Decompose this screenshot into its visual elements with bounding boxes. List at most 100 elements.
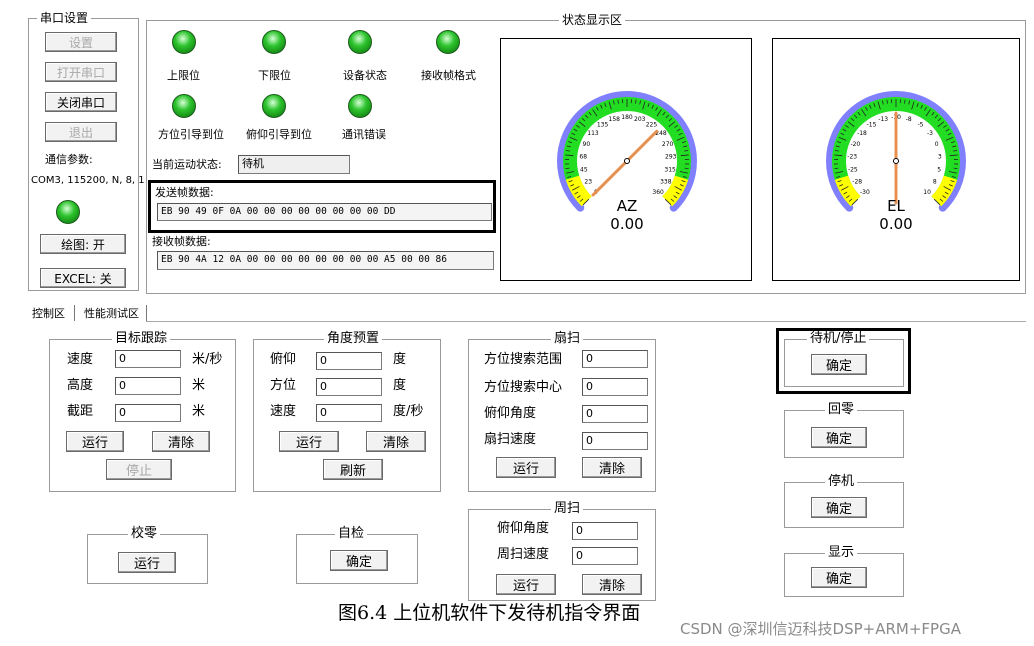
gauge-tick-label: -28	[852, 179, 862, 186]
selfcheck-ok-button[interactable]: 确定	[330, 550, 388, 571]
recv-frame-format-led	[436, 30, 460, 54]
upper-limit-label: 上限位	[167, 69, 200, 82]
serial-set-button[interactable]: 设置	[45, 32, 117, 52]
tracking-cut-input[interactable]: 0	[115, 404, 181, 422]
zero-cal-run-button[interactable]: 运行	[118, 552, 176, 573]
circle-clear-button[interactable]: 清除	[582, 574, 642, 595]
sector-pitch-label: 俯仰角度	[484, 406, 537, 421]
home-ok-button[interactable]: 确定	[811, 427, 867, 448]
circle-pitch-input[interactable]: 0	[572, 522, 638, 540]
sector-title: 扇扫	[551, 331, 584, 347]
tracking-speed-input[interactable]: 0	[115, 350, 181, 368]
gauge-tick-label: 180	[621, 114, 633, 121]
gauge-tick-label: -8	[906, 116, 912, 123]
az-guided-led	[172, 94, 196, 118]
plot-toggle-button[interactable]: 绘图: 开	[40, 234, 126, 254]
gauge-tick-label: -5	[917, 121, 923, 128]
tracking-title: 目标跟踪	[112, 331, 171, 347]
recv-frame-field: EB 90 4A 12 0A 00 00 00 00 00 00 00 00 A…	[157, 251, 494, 270]
recv-frame-label: 接收帧数据:	[152, 235, 211, 248]
standby-ok-button[interactable]: 确定	[811, 354, 867, 375]
lower-limit-label: 下限位	[258, 69, 291, 82]
status-display-title: 状态显示区	[559, 12, 626, 28]
gauge-tick-label: 90	[583, 141, 591, 148]
gauge-tick-label: 338	[660, 179, 672, 186]
tracking-speed-label: 速度	[67, 352, 94, 367]
comm-params-label: 通信参数:	[45, 153, 93, 166]
circle-pitch-label: 俯仰角度	[497, 521, 550, 536]
open-port-button[interactable]: 打开串口	[45, 62, 117, 82]
comm-error-led	[348, 94, 372, 118]
standby-title: 待机/停止	[807, 331, 870, 347]
tracking-height-input[interactable]: 0	[115, 377, 181, 395]
device-status-label: 设备状态	[343, 69, 387, 82]
comm-params-value: COM3, 115200, N, 8, 1	[31, 175, 145, 186]
excel-toggle-button[interactable]: EXCEL: 关	[40, 268, 126, 288]
gauge-tick-label: -30	[860, 189, 870, 196]
tracking-clear-button[interactable]: 清除	[152, 431, 210, 452]
sector-range-input[interactable]: 0	[582, 350, 648, 368]
tab-control[interactable]: 控制区	[32, 306, 65, 322]
preset-speed-input[interactable]: 0	[316, 404, 382, 422]
exit-button[interactable]: 退出	[45, 122, 117, 142]
tab-performance[interactable]: 性能测试区	[84, 306, 139, 322]
sector-center-input[interactable]: 0	[582, 378, 648, 396]
gauge-tick-label: -20	[850, 141, 860, 148]
preset-az-input[interactable]: 0	[316, 378, 382, 396]
gauge-value: 0.00	[610, 215, 643, 233]
sector-clear-button[interactable]: 清除	[582, 457, 642, 478]
circle-run-button[interactable]: 运行	[496, 574, 556, 595]
gauge-tick-label: 135	[597, 121, 609, 128]
gauge-hub	[893, 158, 899, 164]
gauge-tick-label: 315	[664, 167, 676, 174]
gauge-tick-label: 158	[609, 116, 621, 123]
close-port-button[interactable]: 关闭串口	[45, 92, 117, 112]
sector-range-label: 方位搜索范围	[484, 352, 563, 367]
gauge-tick-label: 5	[937, 167, 941, 174]
preset-run-button[interactable]: 运行	[279, 431, 339, 452]
preset-pitch-unit: 度	[393, 352, 407, 367]
preset-az-unit: 度	[393, 378, 407, 393]
gauge-tick-label: 225	[646, 121, 658, 128]
gauge-tick-label: 68	[579, 154, 587, 161]
csdn-watermark: CSDN @深圳信迈科技DSP+ARM+FPGA	[680, 620, 961, 638]
display-ok-button[interactable]: 确定	[811, 567, 867, 588]
zero-cal-title: 校零	[128, 526, 161, 542]
gauge-tick-label: 293	[665, 154, 677, 161]
motion-state-field: 待机	[238, 155, 350, 174]
gauge-tick-label: -18	[857, 130, 867, 137]
figure-caption: 图6.4 上位机软件下发待机指令界面	[338, 602, 641, 624]
tab-divider	[146, 305, 147, 321]
tracking-speed-unit: 米/秒	[192, 352, 223, 367]
sector-run-button[interactable]: 运行	[496, 457, 556, 478]
selfcheck-title: 自检	[335, 526, 368, 542]
preset-refresh-button[interactable]: 刷新	[323, 459, 383, 480]
tracking-cut-unit: 米	[192, 404, 206, 419]
gauge-tick-label: 10	[923, 189, 931, 196]
preset-pitch-input[interactable]: 0	[316, 352, 382, 370]
gauge-tick-label: -23	[847, 154, 857, 161]
gauge-tick-label: -15	[867, 121, 877, 128]
device-status-led	[348, 30, 372, 54]
halt-ok-button[interactable]: 确定	[811, 497, 867, 518]
az-gauge-panel: 0234568901131351581802032252482702933153…	[500, 38, 752, 281]
sector-speed-input[interactable]: 0	[582, 432, 648, 450]
gauge-tick-label: 8	[933, 179, 937, 186]
tracking-stop-button[interactable]: 停止	[106, 459, 172, 480]
gauge-tick-label: 360	[652, 189, 664, 196]
sector-pitch-input[interactable]: 0	[582, 405, 648, 423]
gauge-tick-label: 3	[938, 154, 942, 161]
tracking-run-button[interactable]: 运行	[66, 431, 124, 452]
circle-speed-input[interactable]: 0	[572, 547, 638, 565]
motion-state-label: 当前运动状态:	[152, 158, 222, 171]
preset-az-label: 方位	[270, 378, 297, 393]
gauge-hub	[624, 158, 630, 164]
el-gauge-panel: -30-28-25-23-20-18-15-13-10-8-5-3035810E…	[772, 38, 1020, 281]
comm-error-label: 通讯错误	[342, 128, 386, 141]
az-gauge: 0234568901131351581802032252482702933153…	[557, 91, 697, 233]
gauge-tick-label: 203	[634, 116, 646, 123]
az-guided-label: 方位引导到位	[158, 128, 224, 141]
preset-clear-button[interactable]: 清除	[366, 431, 426, 452]
home-title: 回零	[825, 402, 858, 418]
tracking-height-label: 高度	[67, 378, 94, 393]
